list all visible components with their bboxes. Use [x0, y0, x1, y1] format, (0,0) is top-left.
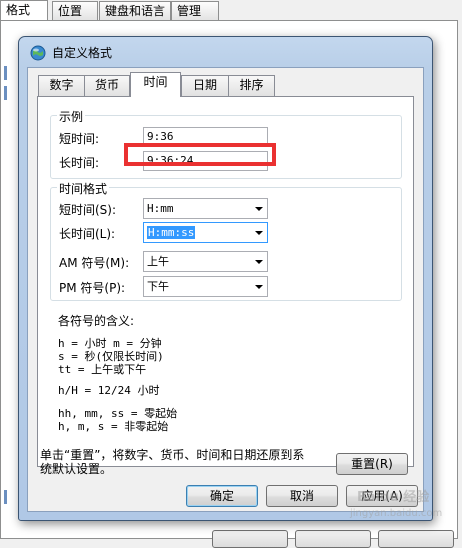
parent-edge-mark: [4, 86, 7, 100]
long-time-value: H:mm:ss: [147, 226, 196, 239]
chevron-down-icon: [255, 231, 263, 235]
watermark-url: jingyan.baidu.com: [350, 508, 443, 519]
parent-cancel-button[interactable]: [295, 530, 371, 548]
ok-button[interactable]: 确定: [186, 485, 258, 507]
tab-time-label: 时间: [143, 75, 168, 89]
parent-tab-strip: 格式 位置 键盘和语言 管理: [0, 0, 462, 21]
parent-tab-location[interactable]: 位置: [52, 1, 98, 20]
pm-symbol-value: 下午: [147, 280, 169, 293]
parent-tab-admin[interactable]: 管理: [171, 1, 219, 20]
time-format-group: 时间格式 短时间(S): H:mm 长时间(L): H:mm:ss AM 符号(…: [50, 180, 402, 301]
tab-number-label: 数字: [49, 78, 74, 92]
parent-tab-format[interactable]: 格式: [0, 0, 48, 21]
watermark: Baidu 经验: [357, 490, 430, 505]
tab-currency-label: 货币: [94, 78, 119, 92]
parent-tab-keyboard-label: 键盘和语言: [105, 4, 166, 18]
tab-sort[interactable]: 排序: [228, 75, 275, 96]
cancel-button[interactable]: 取消: [266, 485, 338, 507]
dialog-title: 自定义格式: [52, 46, 113, 60]
annotation-highlight-box: [124, 143, 276, 166]
parent-edge-mark: [4, 66, 7, 80]
tab-currency[interactable]: 货币: [84, 75, 130, 96]
tab-time[interactable]: 时间: [130, 72, 181, 97]
short-time-combo[interactable]: H:mm: [143, 198, 268, 219]
am-symbol-value: 上午: [147, 255, 169, 268]
tab-number[interactable]: 数字: [38, 75, 85, 96]
parent-tab-admin-label: 管理: [177, 4, 202, 18]
tab-sort-label: 排序: [239, 78, 264, 92]
pm-symbol-combo[interactable]: 下午: [143, 276, 268, 297]
short-time-value: H:mm: [147, 202, 174, 215]
parent-tab-keyboard[interactable]: 键盘和语言: [99, 1, 171, 20]
dialog-client-area: 数字 货币 时间 日期 排序 示例 短时间: 9:36 长时间: 9:36:24…: [27, 67, 424, 512]
parent-ok-button[interactable]: [212, 530, 288, 548]
tab-date[interactable]: 日期: [181, 75, 229, 96]
customize-format-dialog: 自定义格式 数字 货币 时间 日期 排序 示例 短时间: 9:36 长时间: 9…: [18, 36, 433, 521]
time-format-group-title: 时间格式: [57, 180, 110, 197]
legend-line: h, m, s = 非零起始: [58, 420, 169, 433]
parent-tab-location-label: 位置: [58, 4, 83, 18]
legend-line: h/H = 12/24 小时: [58, 384, 160, 397]
parent-apply-button[interactable]: [378, 530, 454, 548]
am-symbol-combo[interactable]: 上午: [143, 251, 268, 272]
am-symbol-label: AM 符号(M):: [59, 256, 130, 270]
example-short-label: 短时间:: [59, 132, 100, 146]
parent-tab-format-label: 格式: [6, 3, 31, 17]
reset-note-line: 统默认设置。: [40, 462, 113, 476]
legend-line: tt = 上午或下午: [58, 363, 147, 376]
legend-title: 各符号的含义:: [58, 314, 135, 328]
tab-date-label: 日期: [192, 78, 217, 92]
pm-symbol-label: PM 符号(P):: [59, 281, 126, 295]
parent-edge-mark: [4, 490, 7, 504]
title-bar[interactable]: 自定义格式: [19, 37, 432, 67]
reset-button[interactable]: 重置(R): [336, 453, 408, 475]
long-time-combo[interactable]: H:mm:ss: [143, 222, 268, 243]
chevron-down-icon: [255, 260, 263, 264]
example-group-title: 示例: [57, 108, 86, 125]
chevron-down-icon: [255, 285, 263, 289]
globe-icon: [30, 45, 46, 61]
short-time-label: 短时间(S):: [59, 203, 117, 217]
example-long-label: 长时间:: [59, 156, 100, 170]
long-time-label: 长时间(L):: [59, 227, 116, 241]
chevron-down-icon: [255, 207, 263, 211]
